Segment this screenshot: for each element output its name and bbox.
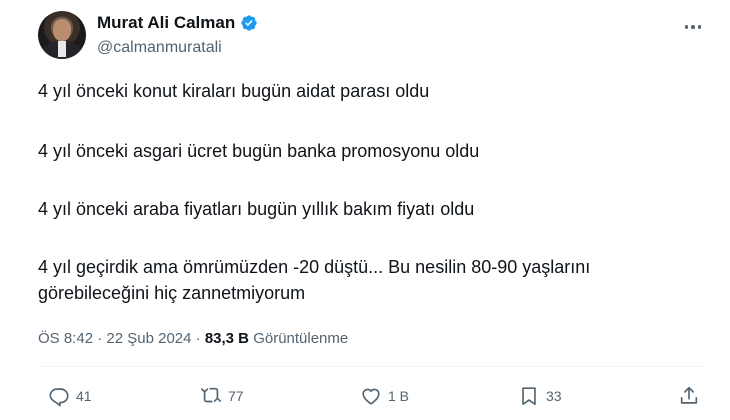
retweet-icon — [201, 387, 221, 403]
reply-icon — [49, 388, 69, 407]
divider — [38, 366, 704, 367]
avatar-face — [53, 19, 71, 41]
author-handle[interactable]: @calmanmuratali — [97, 39, 222, 57]
retweet-count: 77 — [228, 388, 244, 404]
author-name[interactable]: Murat Ali Calman — [97, 13, 235, 33]
reply-count: 41 — [76, 388, 92, 404]
reply-button[interactable]: 41 — [48, 385, 92, 407]
tweet-card: Murat Ali Calman @calmanmuratali 4 yıl ö… — [0, 0, 730, 420]
tweet-meta: ÖS 8:42 · 22 Şub 2024 · 83,3 B Görüntüle… — [38, 330, 348, 347]
views-count: 83,3 B — [204, 330, 250, 347]
tweet-line: 4 yıl geçirdik ama ömrümüzden -20 düştü.… — [38, 257, 591, 277]
more-icon[interactable] — [680, 18, 706, 36]
share-button[interactable] — [678, 385, 700, 407]
tweet-paragraph: 4 yıl önceki asgari ücret bugün banka pr… — [38, 141, 480, 161]
tweet-line: görebileceğini hiç zannetmiyorum — [38, 283, 306, 303]
verified-badge-icon — [241, 15, 257, 31]
like-button[interactable]: 1 B — [360, 385, 409, 407]
bookmark-button[interactable]: 33 — [518, 385, 562, 407]
more-dot — [691, 25, 695, 29]
like-count: 1 B — [388, 388, 410, 404]
tweet-paragraph: 4 yıl geçirdik ama ömrümüzden -20 düştü.… — [38, 254, 590, 306]
bookmark-count: 33 — [546, 388, 562, 404]
retweet-button[interactable]: 77 — [200, 385, 244, 407]
meta-separator: · — [97, 330, 103, 347]
avatar-shirt — [58, 41, 66, 57]
tweet-time[interactable]: ÖS 8:42 — [38, 330, 93, 347]
bookmark-icon — [522, 387, 536, 406]
like-icon — [362, 388, 380, 405]
share-icon — [680, 386, 698, 404]
tweet-date[interactable]: 22 Şub 2024 — [106, 330, 191, 347]
views-label: Görüntülenme — [253, 330, 349, 347]
tweet-paragraph: 4 yıl önceki konut kiraları bugün aidat … — [38, 81, 430, 101]
more-dot — [697, 25, 702, 29]
meta-separator: · — [195, 330, 201, 347]
more-dot — [684, 25, 689, 29]
action-bar: 41 77 1 B 33 — [0, 385, 730, 415]
tweet-paragraph: 4 yıl önceki araba fiyatları bugün yıllı… — [38, 199, 475, 219]
avatar[interactable] — [38, 11, 86, 59]
author-name-row: Murat Ali Calman — [97, 13, 258, 33]
